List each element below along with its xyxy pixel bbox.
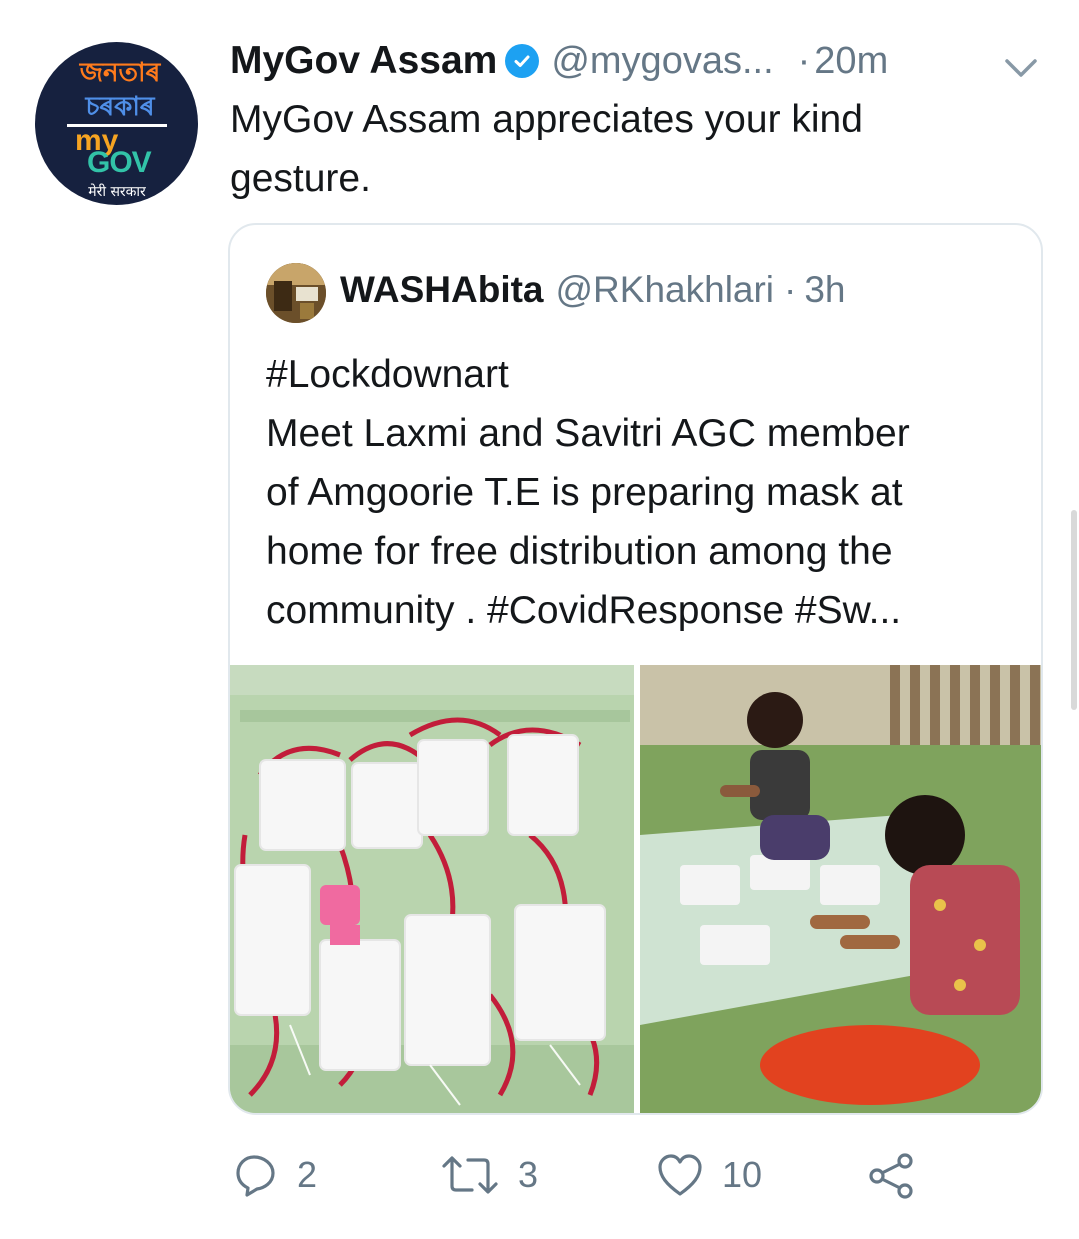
quoted-text-line: of Amgoorie T.E is preparing mask at <box>266 471 903 514</box>
quoted-author-name[interactable]: WASHAbita <box>340 269 544 311</box>
quoted-text-line[interactable]: #Lockdownart <box>266 345 1026 404</box>
tweet-header: MyGov Assam @mygovas... · 20m <box>230 36 888 86</box>
author-avatar[interactable]: জনতাৰ চৰকাৰ my GOV मेरी सरकार <box>35 42 198 205</box>
reply-count: 2 <box>297 1154 318 1195</box>
photo-girls-sewing[interactable] <box>640 665 1041 1113</box>
scrollbar-thumb[interactable] <box>1071 510 1077 710</box>
quoted-time: 3h <box>804 269 846 310</box>
quoted-text-line: Meet Laxmi and Savitri AGC member <box>266 412 910 455</box>
reply-icon <box>236 1155 275 1197</box>
tweet-text-line: gesture. <box>230 157 371 200</box>
like-count: 10 <box>722 1154 763 1195</box>
quoted-text-line: home for free distribution among the <box>266 530 893 573</box>
reply-button[interactable]: 2 <box>233 1152 317 1198</box>
quoted-tweet[interactable]: WASHAbita @RKhakhlari · 3h #Lockdownart … <box>228 223 1043 1115</box>
share-icon <box>869 1153 913 1199</box>
quoted-text-line: community . #CovidResponse #Sw... <box>266 589 902 632</box>
tweet-text-line: MyGov Assam appreciates your kind <box>230 98 863 141</box>
like-button[interactable]: 10 <box>656 1152 762 1198</box>
tweet-actions: 2 3 10 <box>0 1140 1079 1210</box>
retweet-button[interactable]: 3 <box>440 1152 538 1198</box>
author-name[interactable]: MyGov Assam <box>230 39 497 83</box>
like-icon <box>658 1154 702 1196</box>
retweet-count: 3 <box>518 1154 539 1195</box>
photo-masks[interactable] <box>230 665 634 1113</box>
quoted-header: WASHAbita @RKhakhlari · 3h <box>340 265 846 315</box>
tweet-text: MyGov Assam appreciates your kind gestur… <box>230 90 1030 208</box>
verified-icon <box>505 44 540 78</box>
quoted-text: #Lockdownart Meet Laxmi and Savitri AGC … <box>266 345 1026 640</box>
share-button[interactable] <box>866 1152 916 1200</box>
retweet-icon <box>442 1156 498 1194</box>
avatar-subtitle: मेरी सरकार <box>88 184 146 200</box>
quoted-author-avatar[interactable] <box>266 263 326 323</box>
chevron-down-icon[interactable] <box>1001 52 1041 82</box>
tweet-time[interactable]: 20m <box>814 40 888 83</box>
quoted-author-handle[interactable]: @RKhakhlari <box>556 269 775 311</box>
avatar-gov: GOV <box>87 146 152 179</box>
separator-dot: · <box>784 269 797 310</box>
separator-dot: · <box>797 39 811 82</box>
author-handle[interactable]: @mygovas... <box>551 40 773 83</box>
